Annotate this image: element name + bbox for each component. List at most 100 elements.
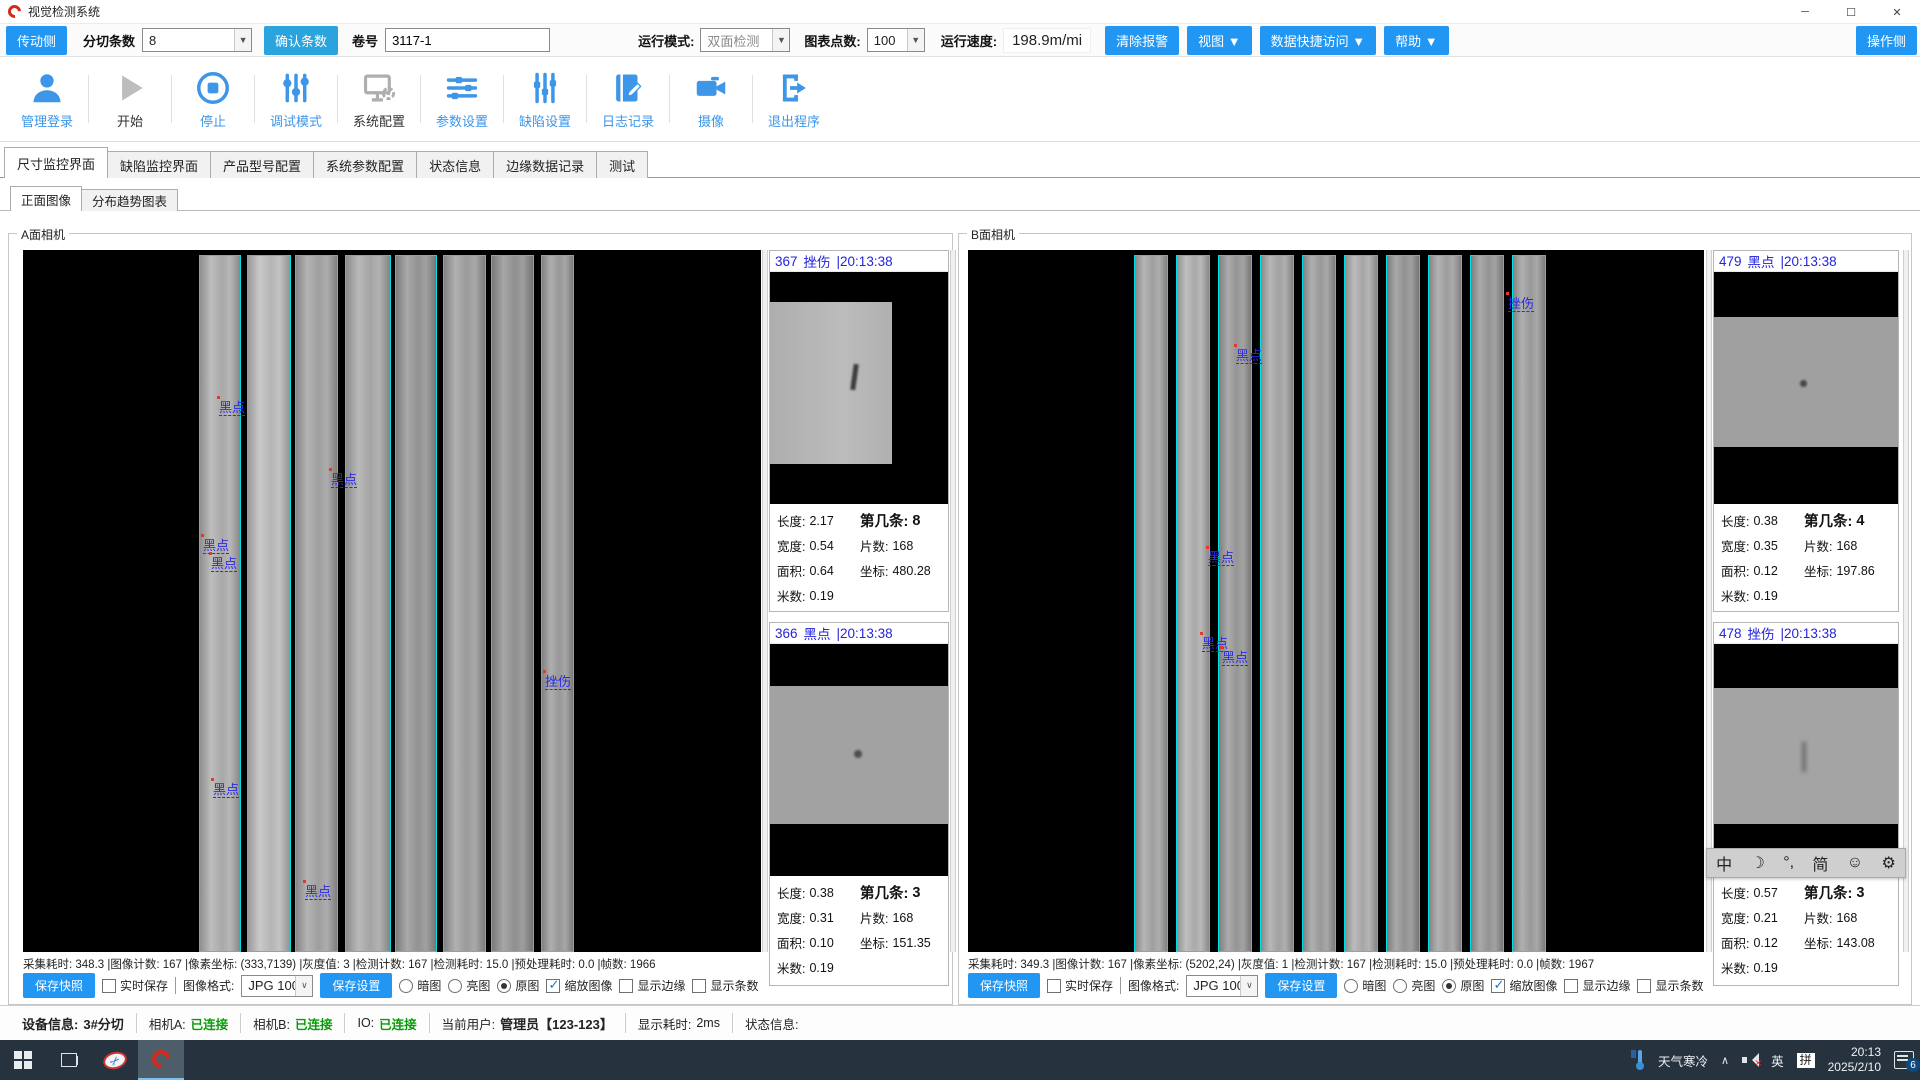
- notification-badge: 6: [1906, 1058, 1920, 1072]
- ime-simplified-icon[interactable]: 简: [1812, 851, 1828, 875]
- roll-number-input[interactable]: [385, 28, 550, 52]
- task-view-button[interactable]: [46, 1040, 92, 1080]
- checkbox-缩放图像[interactable]: 缩放图像: [1491, 977, 1557, 994]
- defect-card-a2: 366 黑点 |20:13:38 长度:0.38宽度:0.31面积:0.10米数…: [769, 622, 949, 986]
- subtab-trend-chart[interactable]: 分布趋势图表: [81, 189, 178, 211]
- image-format-select[interactable]: JPG 100∨: [241, 975, 313, 997]
- toolbar-debug-button[interactable]: 调试模式: [255, 57, 337, 141]
- subtab-front-image[interactable]: 正面图像: [10, 186, 82, 211]
- radio-暗图[interactable]: 暗图: [399, 977, 441, 994]
- defect-type: 黑点: [804, 623, 831, 643]
- checkbox-显示边缘[interactable]: 显示边缘: [1564, 977, 1630, 994]
- taskbar-clock[interactable]: 20:13 2025/2/10: [1828, 1045, 1881, 1075]
- snipping-tool-button[interactable]: ✂: [92, 1040, 138, 1080]
- camera-a-right-splitter[interactable]: [950, 250, 956, 952]
- toolbar-defect-settings-button[interactable]: 缺陷设置: [504, 57, 586, 141]
- ime-punctuation-icon[interactable]: °,: [1783, 854, 1794, 872]
- close-button[interactable]: ✕: [1874, 0, 1920, 24]
- weather-text[interactable]: 天气寒冷: [1658, 1051, 1708, 1070]
- help-menu-button[interactable]: 帮助 ▼: [1384, 26, 1448, 55]
- tab-size-monitor[interactable]: 尺寸监控界面: [4, 147, 108, 178]
- defect-thumbnail[interactable]: [770, 644, 948, 876]
- start-button[interactable]: [0, 1040, 46, 1080]
- minimize-button[interactable]: ─: [1782, 0, 1828, 24]
- save-settings-button[interactable]: 保存设置: [1265, 973, 1337, 998]
- clock-date: 2025/2/10: [1828, 1060, 1881, 1075]
- tab-defect-monitor[interactable]: 缺陷监控界面: [107, 151, 211, 178]
- radio-原图[interactable]: 原图: [497, 977, 539, 994]
- toolbar-login-button[interactable]: 管理登录: [6, 57, 88, 141]
- camera-b-splitter[interactable]: [1706, 250, 1712, 952]
- drive-side-button[interactable]: 传动侧: [6, 26, 67, 55]
- task-view-icon: [61, 1053, 77, 1067]
- camera-a-splitter[interactable]: [762, 250, 768, 952]
- defect-thumbnail[interactable]: [1714, 644, 1898, 876]
- view-menu-button[interactable]: 视图 ▼: [1187, 26, 1251, 55]
- tab-test[interactable]: 测试: [596, 151, 648, 178]
- checkbox-显示边缘[interactable]: 显示边缘: [619, 977, 685, 994]
- save-snapshot-button[interactable]: 保存快照: [968, 973, 1040, 998]
- tab-edge-data[interactable]: 边缘数据记录: [493, 151, 597, 178]
- camera-b-image[interactable]: 挫伤黑点黑点黑点黑点: [968, 250, 1704, 952]
- stat-value: 168: [892, 911, 913, 925]
- realtime-save-checkbox[interactable]: 实时保存: [102, 977, 168, 994]
- checkbox-显示条数[interactable]: 显示条数: [692, 977, 758, 994]
- clear-alarm-button[interactable]: 清除报警: [1105, 26, 1179, 55]
- realtime-save-checkbox[interactable]: 实时保存: [1047, 977, 1113, 994]
- camera-a-image[interactable]: 黑点黑点黑点黑点挫伤黑点黑点: [23, 250, 761, 952]
- checkbox-label: 缩放图像: [1509, 977, 1557, 994]
- language-indicator[interactable]: 英: [1771, 1051, 1784, 1070]
- toolbar-param-settings-button[interactable]: 参数设置: [421, 57, 503, 141]
- radio-亮图[interactable]: 亮图: [448, 977, 490, 994]
- toolbar-start-button[interactable]: 开始: [89, 57, 171, 141]
- toolbar-camera-button[interactable]: 摄像: [670, 57, 752, 141]
- ime-chinese-mode[interactable]: 中: [1716, 851, 1732, 875]
- stat-value: 0.19: [1753, 589, 1777, 603]
- ime-fullwidth-moon-icon[interactable]: ☽: [1751, 853, 1765, 873]
- tab-system-params[interactable]: 系统参数配置: [313, 151, 417, 178]
- defect-settings-label: 缺陷设置: [519, 111, 571, 130]
- data-quick-access-menu-button[interactable]: 数据快捷访问 ▼: [1260, 26, 1376, 55]
- toolbar-exit-button[interactable]: 退出程序: [753, 57, 835, 141]
- speaker-muted-icon[interactable]: ✕: [1742, 1053, 1758, 1067]
- ime-settings-gear-icon[interactable]: ⚙: [1881, 853, 1895, 873]
- defect-mark: [1802, 742, 1806, 772]
- radio-暗图[interactable]: 暗图: [1344, 977, 1386, 994]
- app-status-bar: 设备信息:3#分切相机A:已连接相机B:已连接IO:已连接当前用户:管理员【12…: [0, 1005, 1920, 1040]
- radio-亮图[interactable]: 亮图: [1393, 977, 1435, 994]
- ime-emoji-icon[interactable]: ☺: [1847, 854, 1863, 872]
- chart-points-select[interactable]: 100 ▼: [867, 28, 925, 52]
- notification-center-button[interactable]: 6: [1894, 1051, 1914, 1069]
- status-segment: 显示耗时:2ms: [626, 1013, 733, 1033]
- split-count-select[interactable]: 8 ▼: [142, 28, 252, 52]
- confirm-count-button[interactable]: 确认条数: [264, 26, 338, 55]
- defect-time: |20:13:38: [1781, 254, 1837, 269]
- material-strip-7: [1386, 255, 1420, 952]
- ime-indicator[interactable]: 拼: [1797, 1053, 1815, 1068]
- image-format-select[interactable]: JPG 100∨: [1186, 975, 1258, 997]
- hidden-icons-chevron[interactable]: ∧: [1721, 1054, 1729, 1067]
- operator-side-button[interactable]: 操作侧: [1856, 26, 1917, 55]
- camera-b-right-splitter[interactable]: [1903, 250, 1909, 952]
- run-mode-select[interactable]: 双面检测 ▼: [700, 28, 790, 52]
- tab-product-config[interactable]: 产品型号配置: [210, 151, 314, 178]
- radio-原图[interactable]: 原图: [1442, 977, 1484, 994]
- stat-label: 长度:: [777, 883, 805, 902]
- stat-label: 米数:: [777, 586, 805, 605]
- material-strip-9: [1470, 255, 1504, 952]
- defect-thumbnail[interactable]: [1714, 272, 1898, 504]
- save-snapshot-button[interactable]: 保存快照: [23, 973, 95, 998]
- maximize-button[interactable]: ☐: [1828, 0, 1874, 24]
- tab-status-info[interactable]: 状态信息: [416, 151, 494, 178]
- checkbox-显示条数[interactable]: 显示条数: [1637, 977, 1703, 994]
- save-settings-button[interactable]: 保存设置: [320, 973, 392, 998]
- defect-thumbnail[interactable]: [770, 272, 948, 504]
- toolbar-system-config-button[interactable]: 系统配置: [338, 57, 420, 141]
- vision-app-taskbar-button[interactable]: [138, 1040, 184, 1080]
- checkbox-缩放图像[interactable]: 缩放图像: [546, 977, 612, 994]
- defect-stats: 长度:0.38宽度:0.31面积:0.10米数:0.19第几条:3片数:168坐…: [770, 876, 948, 982]
- image-format-value: JPG 100: [1187, 978, 1240, 993]
- toolbar-log-button[interactable]: 日志记录: [587, 57, 669, 141]
- toolbar-stop-button[interactable]: 停止: [172, 57, 254, 141]
- stat-row: 面积:0.10: [777, 930, 834, 955]
